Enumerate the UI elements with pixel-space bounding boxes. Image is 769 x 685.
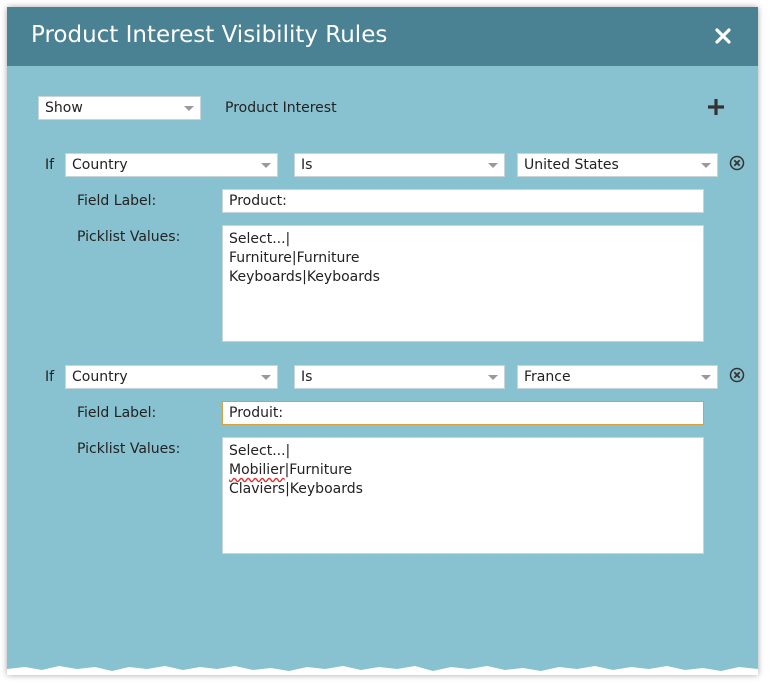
condition-field-value: Country	[72, 369, 128, 385]
dialog-titlebar: Product Interest Visibility Rules	[7, 7, 758, 66]
if-label: If	[45, 157, 55, 173]
torn-edge-decoration	[7, 666, 758, 675]
picklist-line: Select...|	[229, 443, 291, 459]
picklist-line: Mobilier|Furniture	[229, 462, 353, 478]
condition-field-select[interactable]: Country	[65, 365, 278, 389]
chevron-down-icon	[701, 163, 711, 168]
remove-rule-icon[interactable]	[729, 155, 745, 171]
picklist-line: Furniture|Furniture	[229, 250, 360, 266]
picklist-values-textarea[interactable]: Select...| Furniture|Furniture Keyboards…	[222, 225, 704, 342]
visibility-rules-dialog: Product Interest Visibility Rules Show P…	[7, 7, 758, 675]
close-icon[interactable]	[710, 23, 736, 49]
remove-rule-icon[interactable]	[729, 367, 745, 383]
picklist-values-textarea[interactable]: Select...| Mobilier|Furniture Claviers|K…	[222, 437, 704, 554]
condition-field-select[interactable]: Country	[65, 153, 278, 177]
chevron-down-icon	[701, 375, 711, 380]
condition-operator-select[interactable]: Is	[294, 153, 505, 177]
dialog-title: Product Interest Visibility Rules	[31, 22, 388, 48]
if-label: If	[45, 369, 55, 385]
field-label-input[interactable]: Produit:	[222, 401, 704, 425]
show-hide-select[interactable]: Show	[38, 96, 201, 120]
chevron-down-icon	[488, 163, 498, 168]
picklist-line: Keyboards|Keyboards	[229, 269, 380, 285]
condition-field-value: Country	[72, 157, 128, 173]
target-field-label: Product Interest	[225, 100, 337, 116]
picklist-values-caption: Picklist Values:	[77, 441, 181, 457]
condition-operator-select[interactable]: Is	[294, 365, 505, 389]
show-hide-select-value: Show	[45, 100, 83, 116]
condition-operator-value: Is	[301, 157, 313, 173]
picklist-line: Claviers|Keyboards	[229, 481, 363, 497]
plus-icon[interactable]	[707, 98, 725, 116]
condition-value-select[interactable]: France	[517, 365, 718, 389]
chevron-down-icon	[261, 163, 271, 168]
chevron-down-icon	[488, 375, 498, 380]
field-label-caption: Field Label:	[77, 193, 157, 209]
chevron-down-icon	[184, 106, 194, 111]
chevron-down-icon	[261, 375, 271, 380]
field-label-input[interactable]: Product:	[222, 189, 704, 213]
condition-value-value: France	[524, 369, 571, 385]
picklist-line: Select...|	[229, 231, 291, 247]
field-label-caption: Field Label:	[77, 405, 157, 421]
spellcheck-word: Mobilier	[229, 462, 285, 478]
picklist-values-caption: Picklist Values:	[77, 229, 181, 245]
condition-operator-value: Is	[301, 369, 313, 385]
condition-value-value: United States	[524, 157, 619, 173]
condition-value-select[interactable]: United States	[517, 153, 718, 177]
